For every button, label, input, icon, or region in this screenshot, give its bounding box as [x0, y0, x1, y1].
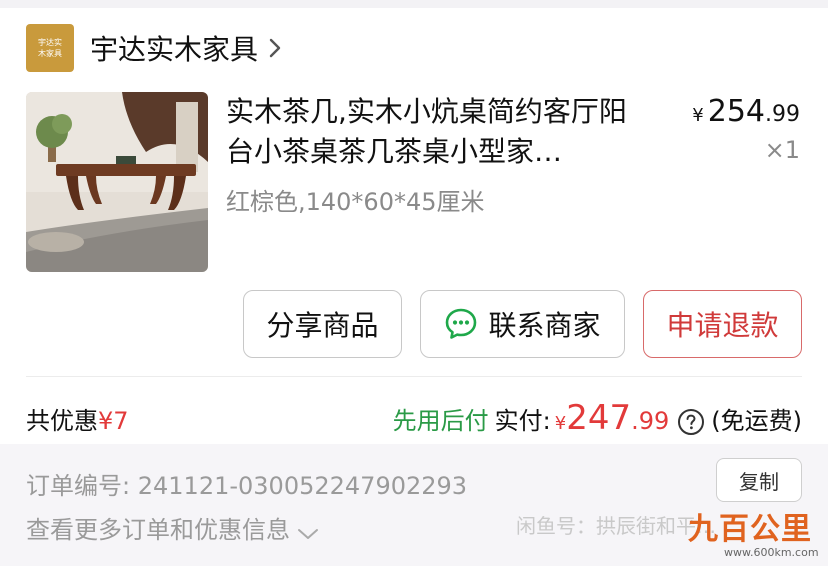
paid-dec: .99 [631, 407, 670, 435]
request-refund-label: 申请退款 [666, 309, 779, 342]
top-gap [0, 0, 828, 8]
shop-logo-line2: 木家具 [38, 49, 62, 58]
contact-seller-button[interactable]: 联系商家 [420, 290, 625, 358]
view-more-order-info-link[interactable]: 查看更多订单和优惠信息 [26, 510, 320, 545]
view-more-label: 查看更多订单和优惠信息 [26, 516, 290, 544]
shop-logo-line1: 宇达实 [38, 38, 62, 47]
price-int: 254 [707, 94, 765, 129]
brand-url: www.600km.com [724, 546, 819, 559]
price-symbol: ¥ [692, 105, 704, 126]
chevron-down-icon [296, 520, 320, 539]
shipping-note: (免运费) [711, 407, 802, 435]
product-price: ¥ 254 .99 [692, 94, 800, 129]
chat-bubble-icon [444, 307, 478, 341]
order-number: 订单编号: 241121-030052247902293 [26, 466, 467, 501]
product-title[interactable]: 实木茶几,实木小炕桌简约客厅阳台小茶桌茶几茶桌小型家… [226, 92, 646, 172]
share-product-button[interactable]: 分享商品 [243, 290, 402, 358]
share-product-label: 分享商品 [266, 309, 379, 342]
pay-later-label: 先用后付 [392, 407, 489, 435]
paid-label: 实付: [494, 407, 551, 435]
chevron-right-icon [268, 34, 284, 62]
product-quantity: ×1 [764, 136, 800, 164]
brand-watermark: 九百公里 www.600km.com [688, 514, 819, 560]
product-image[interactable] [26, 92, 208, 272]
watermark-text: 闲鱼号：拱辰街和平… [516, 514, 716, 538]
order-detail-page: 宇达实 木家具 宇达实木家具 实木茶几,实木小炕桌简约客厅阳台小茶桌茶几茶桌小型… [0, 0, 828, 566]
discount-label: 共优惠 [26, 407, 98, 435]
contact-seller-label: 联系商家 [488, 309, 601, 342]
discount-value: ¥7 [98, 407, 129, 435]
shop-logo: 宇达实 木家具 [26, 24, 74, 72]
paid-int: 247 [566, 398, 632, 438]
copy-label: 复制 [739, 469, 779, 494]
request-refund-button[interactable]: 申请退款 [643, 290, 802, 358]
shop-header[interactable]: 宇达实 木家具 宇达实木家具 [26, 24, 284, 72]
order-number-value: 241121-030052247902293 [137, 472, 468, 500]
shop-name[interactable]: 宇达实木家具 [90, 28, 258, 68]
product-spec: 红棕色,140*60*45厘米 [226, 188, 485, 216]
order-card: 宇达实 木家具 宇达实木家具 实木茶几,实木小炕桌简约客厅阳台小茶桌茶几茶桌小型… [0, 8, 828, 444]
price-dec: .99 [765, 102, 800, 127]
brand-name: 九百公里 [688, 512, 812, 547]
divider [26, 376, 802, 377]
paid-symbol: ¥ [554, 413, 567, 434]
question-circle-icon[interactable] [677, 408, 705, 436]
order-number-label: 订单编号: [26, 472, 131, 500]
payment-summary: 先用后付 实付: ¥ 247 .99 (免运费) [393, 398, 802, 438]
copy-order-number-button[interactable]: 复制 [716, 458, 802, 502]
discount-summary: 共优惠¥7 [26, 401, 129, 436]
